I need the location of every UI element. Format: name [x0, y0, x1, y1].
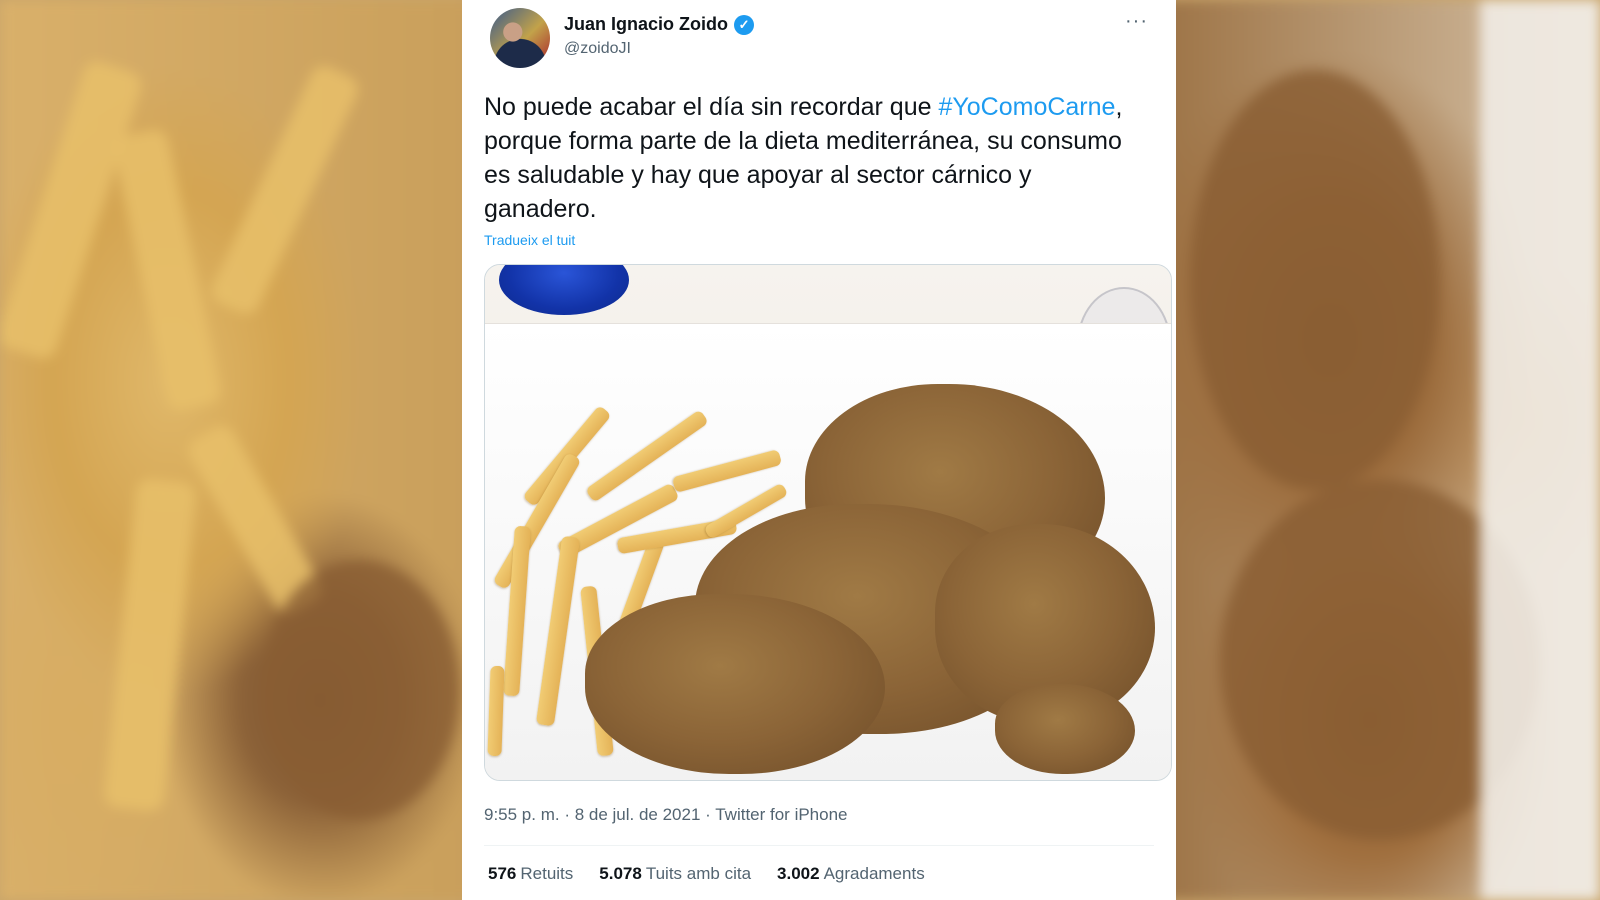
photo-plate	[485, 323, 1171, 780]
quotes-count: 5.078	[599, 864, 642, 883]
photo-schnitzel	[575, 384, 1165, 780]
translate-link[interactable]: Tradueix el tuit	[484, 232, 575, 248]
author-name-row: Juan Ignacio Zoido ✓	[564, 14, 755, 35]
retweets-label: Retuits	[520, 864, 574, 883]
tweet-card: Juan Ignacio Zoido ✓ @zoidoJI ··· No pue…	[462, 0, 1176, 900]
tweet-header: Juan Ignacio Zoido ✓ @zoidoJI ···	[484, 0, 1154, 78]
hashtag-link[interactable]: #YoComoCarne	[938, 93, 1115, 121]
retweets-stat[interactable]: 576 Retuits	[488, 864, 573, 884]
author-name[interactable]: Juan Ignacio Zoido	[564, 14, 728, 35]
avatar[interactable]	[490, 8, 550, 68]
likes-stat[interactable]: 3.002 Agradaments	[777, 864, 925, 884]
retweets-count: 576	[488, 864, 517, 883]
tweet-text: No puede acabar el día sin recordar que …	[484, 90, 1124, 226]
author-handle[interactable]: @zoidoJI	[564, 40, 631, 58]
verified-check-icon: ✓	[734, 14, 755, 35]
likes-count: 3.002	[777, 864, 820, 883]
more-options-icon[interactable]: ···	[1125, 10, 1148, 33]
tweet-text-before: No puede acabar el día sin recordar que	[484, 93, 939, 121]
quotes-stat[interactable]: 5.078 Tuits amb cita	[599, 864, 751, 884]
tweet-stats: 576 Retuits 5.078 Tuits amb cita 3.002 Agra…	[484, 846, 1154, 884]
quotes-label: Tuits amb cita	[645, 864, 752, 883]
likes-label: Agradaments	[823, 864, 925, 883]
tweet-timestamp[interactable]: 9:55 p. m. · 8 de jul. de 2021 · Twitter…	[484, 805, 1154, 825]
tweet-photo[interactable]	[484, 264, 1172, 781]
